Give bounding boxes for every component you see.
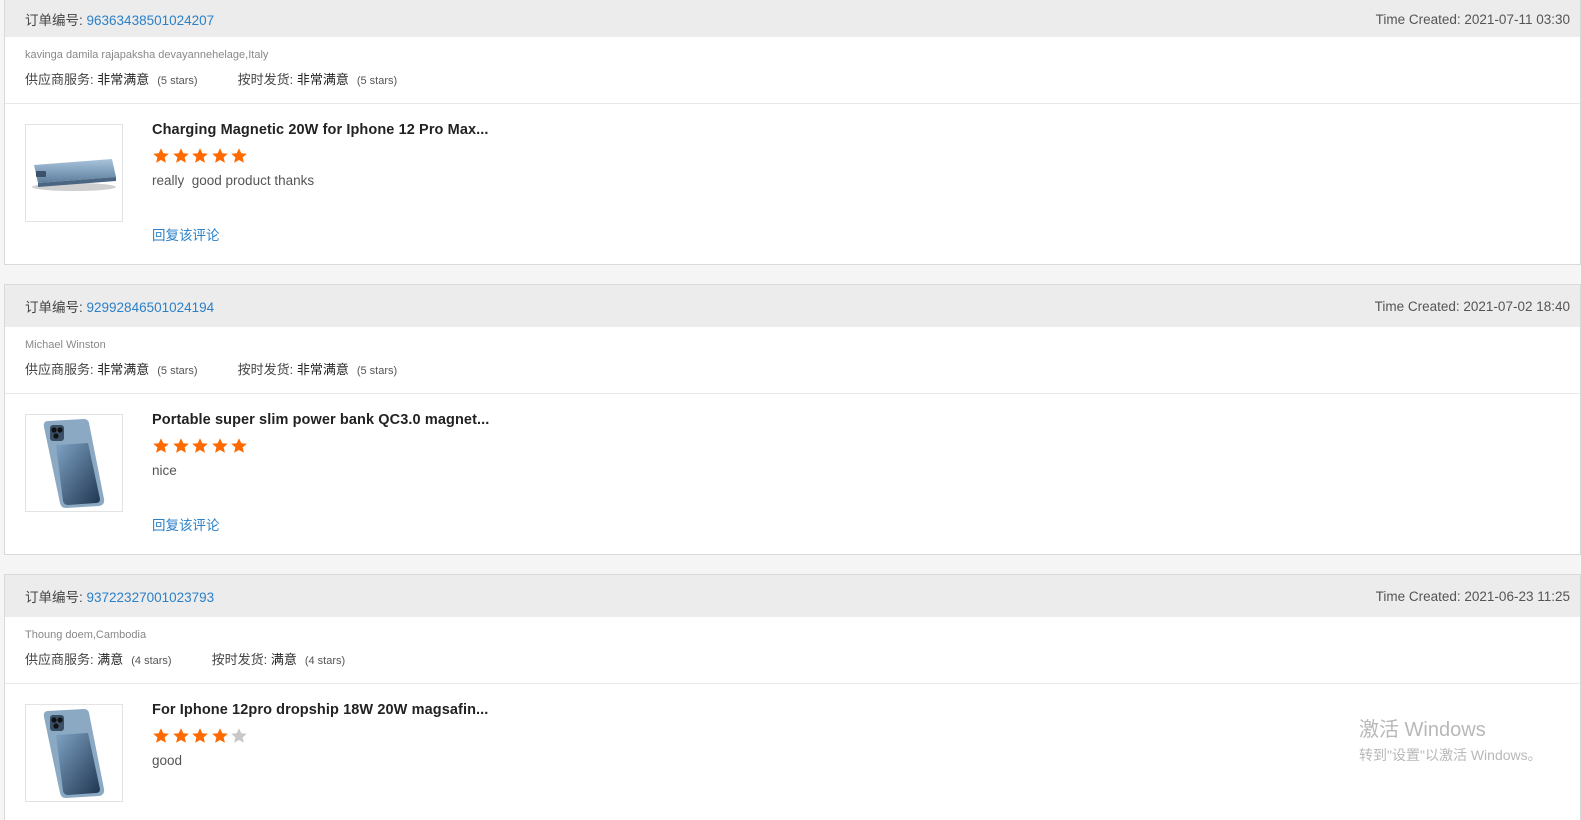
phone-power-bank-image[interactable] [25,414,123,512]
star-rating [152,437,489,457]
magnetic-charger-icon [32,159,116,191]
review-text: really good product thanks [152,173,315,188]
order-id-link[interactable]: 96363438501024207 [87,13,215,28]
magnetic-charger-image[interactable] [25,124,123,222]
card-header: 订单编号: 92992846501024194 Time Created: 20… [5,285,1580,327]
star-rating [152,727,488,747]
product-title[interactable]: For Iphone 12pro dropship 18W 20W magsaf… [152,702,488,718]
product-info: For Iphone 12pro dropship 18W 20W magsaf… [152,702,488,768]
supplier-rating: 供应商服务: 满意 (4 stars) [25,649,172,668]
review-text: nice [152,463,177,478]
shipping-value: 非常满意 [296,72,349,87]
time-created: Time Created: 2021-07-02 18:40 [1374,298,1570,314]
shipping-rating: 按时发货: 满意 (4 stars) [212,649,346,668]
star-filled-icon [191,727,209,745]
time-created: Time Created: 2021-06-23 11:25 [1375,588,1570,604]
time-created: Time Created: 2021-07-11 03:30 [1375,11,1570,27]
shipping-rating: 按时发货: 非常满意 (5 stars) [238,359,398,378]
star-filled-icon [211,437,229,455]
buyer-section: Thoung doem,Cambodia 供应商服务: 满意 (4 stars) … [5,617,1580,684]
buyer-name: Michael Winston [25,339,106,351]
ratings-row: 供应商服务: 非常满意 (5 stars) 按时发货: 非常满意 (5 stars) [25,359,1560,378]
supplier-value: 满意 [97,652,124,667]
supplier-stars: (4 stars) [131,655,172,667]
product-title[interactable]: Portable super slim power bank QC3.0 mag… [152,412,489,428]
ratings-row: 供应商服务: 非常满意 (5 stars) 按时发货: 非常满意 (5 stars) [25,69,1560,88]
review-card: 订单编号: 96363438501024207 Time Created: 20… [4,0,1581,265]
shipping-label: 按时发货: [237,72,297,87]
order-label: 订单编号: [25,590,87,605]
shipping-value: 满意 [270,652,297,667]
order-id-link[interactable]: 93722327001023793 [87,590,215,605]
star-filled-icon [191,437,209,455]
order-number: 订单编号: 92992846501024194 [25,296,214,316]
shipping-label: 按时发货: [237,362,297,377]
product-section: Portable super slim power bank QC3.0 mag… [5,394,1580,554]
star-filled-icon [172,147,190,165]
star-filled-icon [211,727,229,745]
star-filled-icon [152,147,170,165]
order-label: 订单编号: [25,13,87,28]
star-filled-icon [172,727,190,745]
supplier-value: 非常满意 [97,362,150,377]
review-text: good [152,753,183,768]
card-header: 订单编号: 96363438501024207 Time Created: 20… [5,0,1580,37]
product-section: For Iphone 12pro dropship 18W 20W magsaf… [5,684,1580,820]
shipping-label: 按时发货: [211,652,271,667]
shipping-value: 非常满意 [296,362,349,377]
supplier-rating: 供应商服务: 非常满意 (5 stars) [25,359,198,378]
star-filled-icon [230,437,248,455]
supplier-value: 非常满意 [97,72,150,87]
buyer-section: Michael Winston 供应商服务: 非常满意 (5 stars) 按时发… [5,327,1580,394]
phone-power-bank-icon [43,419,105,508]
star-filled-icon [152,727,170,745]
order-label: 订单编号: [25,300,87,315]
buyer-section: kavinga damila rajapaksha devayannehelag… [5,37,1580,104]
reviews-list: 订单编号: 96363438501024207 Time Created: 20… [0,0,1581,820]
shipping-rating: 按时发货: 非常满意 (5 stars) [238,69,398,88]
supplier-label: 供应商服务: [25,72,98,87]
star-filled-icon [191,147,209,165]
supplier-label: 供应商服务: [25,362,98,377]
phone-power-bank-icon [43,709,105,798]
product-info: Portable super slim power bank QC3.0 mag… [152,412,489,478]
star-rating [152,147,489,167]
review-card: 订单编号: 92992846501024194 Time Created: 20… [4,284,1581,555]
shipping-stars: (5 stars) [356,75,398,87]
phone-power-bank-image[interactable] [25,704,123,802]
order-number: 订单编号: 93722327001023793 [25,586,214,606]
supplier-stars: (5 stars) [157,365,198,377]
star-filled-icon [230,147,248,165]
supplier-stars: (5 stars) [157,75,198,87]
buyer-name: Thoung doem,Cambodia [25,629,147,641]
supplier-rating: 供应商服务: 非常满意 (5 stars) [25,69,198,88]
product-title[interactable]: Charging Magnetic 20W for Iphone 12 Pro … [152,122,489,138]
product-section: Charging Magnetic 20W for Iphone 12 Pro … [5,104,1580,264]
product-info: Charging Magnetic 20W for Iphone 12 Pro … [152,122,489,188]
buyer-name: kavinga damila rajapaksha devayannehelag… [25,49,269,61]
star-filled-icon [172,437,190,455]
review-card: 订单编号: 93722327001023793 Time Created: 20… [4,574,1581,820]
shipping-stars: (4 stars) [304,655,346,667]
supplier-label: 供应商服务: [25,652,98,667]
order-id-link[interactable]: 92992846501024194 [87,300,215,315]
shipping-stars: (5 stars) [356,365,398,377]
ratings-row: 供应商服务: 满意 (4 stars) 按时发货: 满意 (4 stars) [25,649,1560,668]
star-filled-icon [152,437,170,455]
reply-review-link[interactable]: 回复该评论 [152,514,220,534]
order-number: 订单编号: 96363438501024207 [25,9,214,29]
card-header: 订单编号: 93722327001023793 Time Created: 20… [5,575,1580,617]
reply-review-link[interactable]: 回复该评论 [152,224,220,244]
star-empty-icon [230,727,248,745]
star-filled-icon [211,147,229,165]
